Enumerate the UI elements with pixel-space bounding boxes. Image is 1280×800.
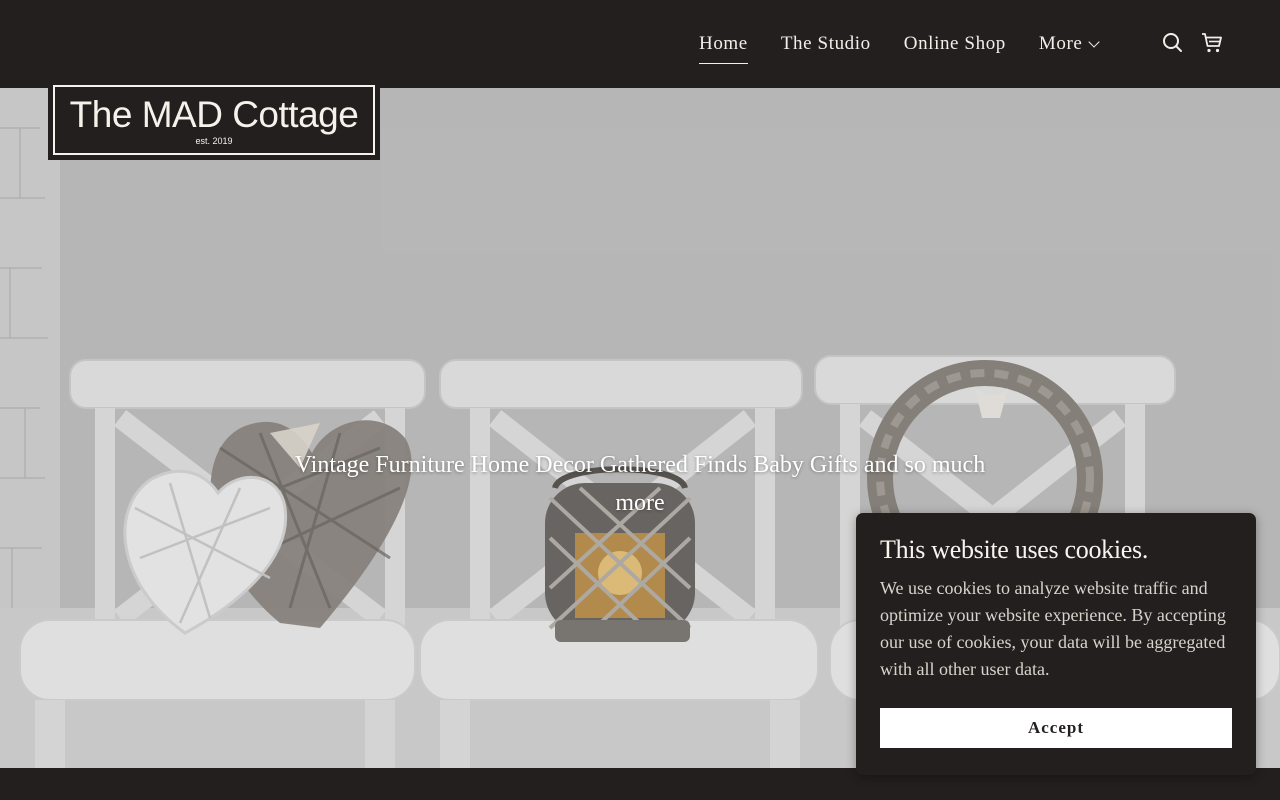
nav-more-label: More <box>1038 33 1083 54</box>
nav-more-dropdown[interactable]: More <box>1038 0 1101 88</box>
cart-button[interactable] <box>1200 31 1224 55</box>
cookie-title: This website uses cookies. <box>880 535 1149 564</box>
nav-the-studio-label: The Studio <box>780 33 871 54</box>
cookie-banner: This website uses cookies. We use cookie… <box>856 513 1256 775</box>
nav-home-label: Home <box>699 33 748 54</box>
cookie-message: We use cookies to analyze website traffi… <box>880 578 1226 679</box>
logo-name: The MAD Cottage <box>69 94 359 135</box>
hero-tagline: Vintage Furniture Home Decor Gathered Fi… <box>294 452 986 516</box>
nav-home[interactable]: Home <box>699 0 748 88</box>
logo-est: est. 2019 <box>195 136 233 146</box>
logo-frame: The MAD Cottage est. 2019 <box>53 85 375 155</box>
cart-icon <box>1202 33 1222 53</box>
main-nav: Home The Studio Online Shop More <box>680 0 1112 88</box>
accept-cookies-button[interactable]: Accept <box>880 708 1232 748</box>
site-logo[interactable]: The MAD Cottage est. 2019 <box>48 81 380 160</box>
site-header: Home The Studio Online Shop More <box>0 0 1280 88</box>
nav-online-shop-label: Online Shop <box>903 33 1006 54</box>
search-icon <box>1163 33 1182 52</box>
chevron-down-icon <box>1088 35 1101 48</box>
nav-online-shop[interactable]: Online Shop <box>904 0 1006 88</box>
nav-the-studio[interactable]: The Studio <box>781 0 871 88</box>
page: Vintage Furniture Home Decor Gathered Fi… <box>0 0 1280 800</box>
search-button[interactable] <box>1161 31 1185 55</box>
